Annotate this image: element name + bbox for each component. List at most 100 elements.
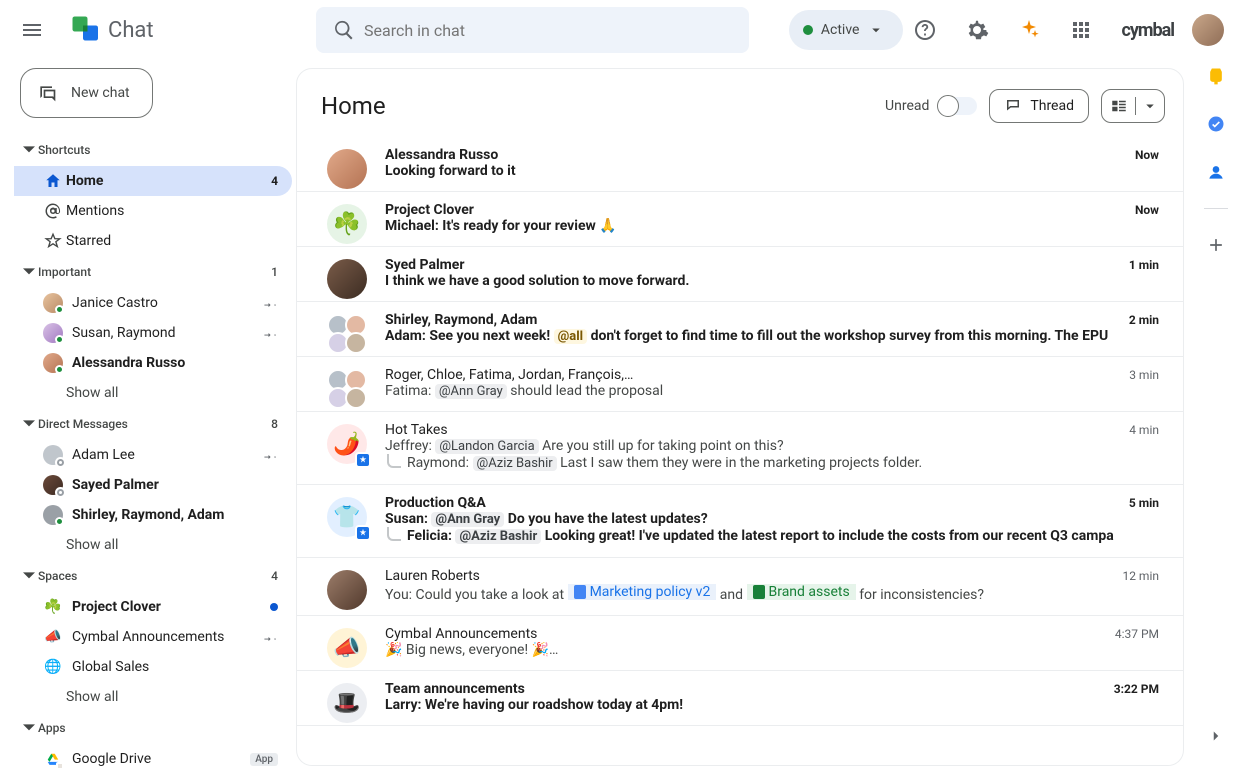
unread-toggle-switch[interactable]	[939, 97, 977, 115]
caret-down-icon	[20, 144, 38, 156]
unread-filter[interactable]: Unread	[885, 97, 977, 115]
at-icon	[40, 202, 66, 220]
mention-chip[interactable]: @Aziz Bashir	[455, 529, 541, 544]
conversation-name: Project Clover	[385, 202, 474, 218]
space-emoji-icon: ☘️	[327, 204, 367, 244]
message-text: should lead the proposal	[507, 383, 663, 399]
conversation-list[interactable]: Alessandra RussoNowLooking forward to it…	[297, 137, 1183, 765]
mention-chip[interactable]: @Ann Gray	[435, 384, 507, 399]
main-menu-button[interactable]	[8, 6, 56, 54]
keep-icon	[1206, 66, 1226, 86]
rail-keep[interactable]	[1196, 56, 1236, 96]
apps-grid-button[interactable]	[1059, 8, 1103, 52]
space-clover[interactable]: ☘️ Project Clover	[14, 592, 292, 622]
section-direct[interactable]: Direct Messages 8	[14, 408, 292, 440]
app-badge-icon	[56, 762, 64, 770]
conversation-row-team[interactable]: 🎩Team announcements3:22 PMLarry: We're h…	[297, 671, 1183, 726]
conversation-row-announce[interactable]: 📣Cymbal Announcements4:37 PM🎉 Big news, …	[297, 616, 1183, 671]
dm-adam[interactable]: Adam Lee	[14, 440, 292, 470]
mention-chip[interactable]: @Ann Gray	[431, 512, 504, 527]
rail-addons[interactable]	[1196, 225, 1236, 265]
search-input[interactable]	[364, 21, 741, 40]
space-emoji-icon: 🎩	[327, 683, 367, 723]
space-emoji-icon: 🌐	[40, 659, 66, 675]
sidebar-count-home: 4	[271, 174, 278, 188]
chat-logo-text: Chat	[108, 18, 154, 43]
external-badge-icon	[355, 525, 371, 541]
mention-chip[interactable]: @Landon Garcia	[435, 439, 538, 454]
dm-adam-label: Adam Lee	[66, 447, 264, 463]
section-shortcuts[interactable]: Shortcuts	[14, 134, 292, 166]
dm-shirley-group[interactable]: Shirley, Raymond, Adam	[14, 500, 292, 530]
message-text: Michael: It's ready for your review 🙏	[385, 218, 617, 234]
doc-chip[interactable]: Brand assets	[747, 584, 856, 600]
avatar-icon	[345, 332, 367, 354]
message-text: Fatima:	[385, 383, 435, 399]
conversation-name: Alessandra Russo	[385, 147, 498, 163]
section-important-count: 1	[271, 265, 278, 279]
mention-chip[interactable]: @Aziz Bashir	[473, 456, 557, 471]
caret-down-icon	[20, 266, 38, 278]
space-emoji-icon: 📣	[327, 628, 367, 668]
space-cymbal-ann[interactable]: 📣 Cymbal Announcements	[14, 622, 292, 652]
section-apps-title: Apps	[38, 721, 278, 735]
conversation-row-lauren[interactable]: Lauren Roberts12 minYou: Could you take …	[297, 558, 1183, 616]
app-gdrive[interactable]: Google Drive App	[14, 744, 292, 774]
search-bar[interactable]	[316, 7, 749, 53]
dm-alessandra-label: Alessandra Russo	[66, 355, 278, 371]
conversation-name: Lauren Roberts	[385, 568, 480, 584]
sidebar-item-mentions[interactable]: Mentions	[14, 196, 292, 226]
presence-online-icon	[55, 305, 64, 314]
rail-tasks[interactable]	[1196, 104, 1236, 144]
direct-show-all[interactable]: Show all	[14, 530, 292, 560]
settings-button[interactable]	[955, 8, 999, 52]
presence-offline-icon	[57, 459, 64, 466]
section-important[interactable]: Important 1	[14, 256, 292, 288]
important-show-all[interactable]: Show all	[14, 378, 292, 408]
new-chat-button[interactable]: New chat	[20, 68, 153, 118]
view-list-button[interactable]	[1102, 97, 1136, 115]
spaces-show-all[interactable]: Show all	[14, 682, 292, 712]
conversation-time: 4:37 PM	[1115, 627, 1159, 641]
plus-icon	[1206, 235, 1226, 255]
rail-contacts[interactable]	[1196, 152, 1236, 192]
conversation-row-sra[interactable]: Shirley, Raymond, Adam2 minAdam: See you…	[297, 302, 1183, 357]
conversation-name: Production Q&A	[385, 495, 486, 511]
avatar-icon	[327, 149, 367, 189]
sidebar-item-starred[interactable]: Starred	[14, 226, 292, 256]
view-dropdown-button[interactable]	[1136, 97, 1164, 115]
dm-janice[interactable]: Janice Castro	[14, 288, 292, 318]
rail-collapse-button[interactable]	[1196, 716, 1236, 756]
conversation-row-roger[interactable]: Roger, Chloe, Fatima, Jordan, François,……	[297, 357, 1183, 412]
conversation-row-clover[interactable]: ☘️Project CloverNowMichael: It's ready f…	[297, 192, 1183, 247]
help-icon	[913, 18, 937, 42]
dm-sayed[interactable]: Sayed Palmer	[14, 470, 292, 500]
section-spaces-title: Spaces	[38, 569, 271, 583]
conversation-name: Roger, Chloe, Fatima, Jordan, François,…	[385, 367, 633, 383]
show-all-label: Show all	[66, 689, 118, 705]
conversation-row-prod[interactable]: 👕Production Q&A5 minSusan: @Ann Gray Do …	[297, 485, 1183, 558]
dm-susan-raymond[interactable]: Susan, Raymond	[14, 318, 292, 348]
mention-chip[interactable]: @all	[554, 329, 588, 344]
conversation-row-aless[interactable]: Alessandra RussoNowLooking forward to it	[297, 137, 1183, 192]
conversation-name: Hot Takes	[385, 422, 448, 438]
doc-chip[interactable]: Marketing policy v2	[568, 584, 717, 600]
section-apps[interactable]: Apps	[14, 712, 292, 744]
help-button[interactable]	[903, 8, 947, 52]
conversation-time: 1 min	[1129, 258, 1159, 272]
presence-selector[interactable]: Active	[789, 10, 904, 50]
chat-logo: Chat	[60, 12, 154, 48]
account-avatar[interactable]	[1192, 14, 1224, 46]
conversation-row-hot[interactable]: 🌶️Hot Takes4 minJeffrey: @Landon Garcia …	[297, 412, 1183, 485]
sidebar-item-home[interactable]: Home 4	[14, 166, 292, 196]
chevron-right-icon	[1207, 727, 1225, 745]
thread-filter-button[interactable]: Thread	[989, 89, 1089, 123]
pin-icon	[264, 296, 278, 310]
dm-alessandra[interactable]: Alessandra Russo	[14, 348, 292, 378]
section-spaces[interactable]: Spaces 4	[14, 560, 292, 592]
space-global[interactable]: 🌐 Global Sales	[14, 652, 292, 682]
conversation-row-syed[interactable]: Syed Palmer1 minI think we have a good s…	[297, 247, 1183, 302]
conversation-name: Syed Palmer	[385, 257, 464, 273]
conversation-time: 3:22 PM	[1114, 682, 1159, 696]
gemini-button[interactable]	[1007, 8, 1051, 52]
